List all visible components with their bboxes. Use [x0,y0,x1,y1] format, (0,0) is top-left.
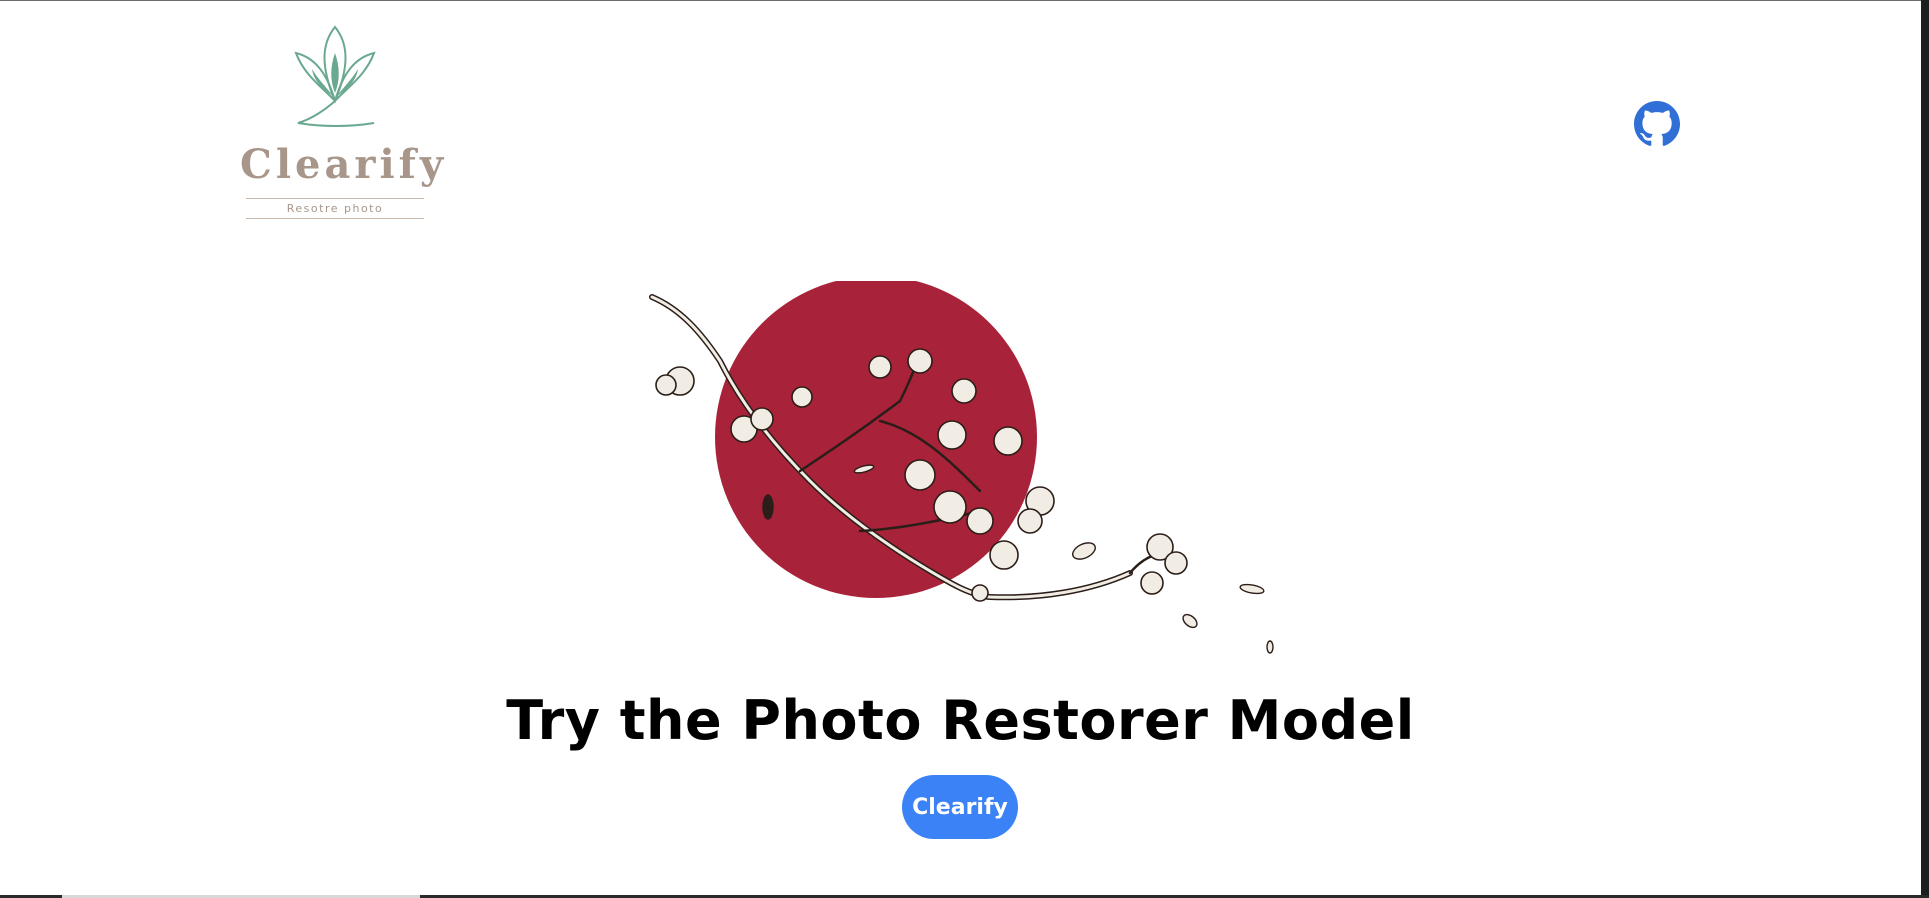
page: Clearify Resotre photo Try the Photo Res… [0,0,1921,895]
github-icon [1634,101,1680,146]
logo-link[interactable]: Clearify Resotre photo [240,23,448,228]
logo-tagline: Resotre photo [246,198,424,219]
lotus-leaf-icon [294,25,376,127]
red-sun [715,281,1037,598]
window-edge-right [1921,0,1929,898]
logo-wordmark: Clearify [240,141,448,188]
page-title: Try the Photo Restorer Model [506,689,1415,752]
github-link[interactable] [1634,101,1680,147]
hero-illustration [649,281,1274,654]
clearify-button[interactable]: Clearify [902,775,1018,839]
